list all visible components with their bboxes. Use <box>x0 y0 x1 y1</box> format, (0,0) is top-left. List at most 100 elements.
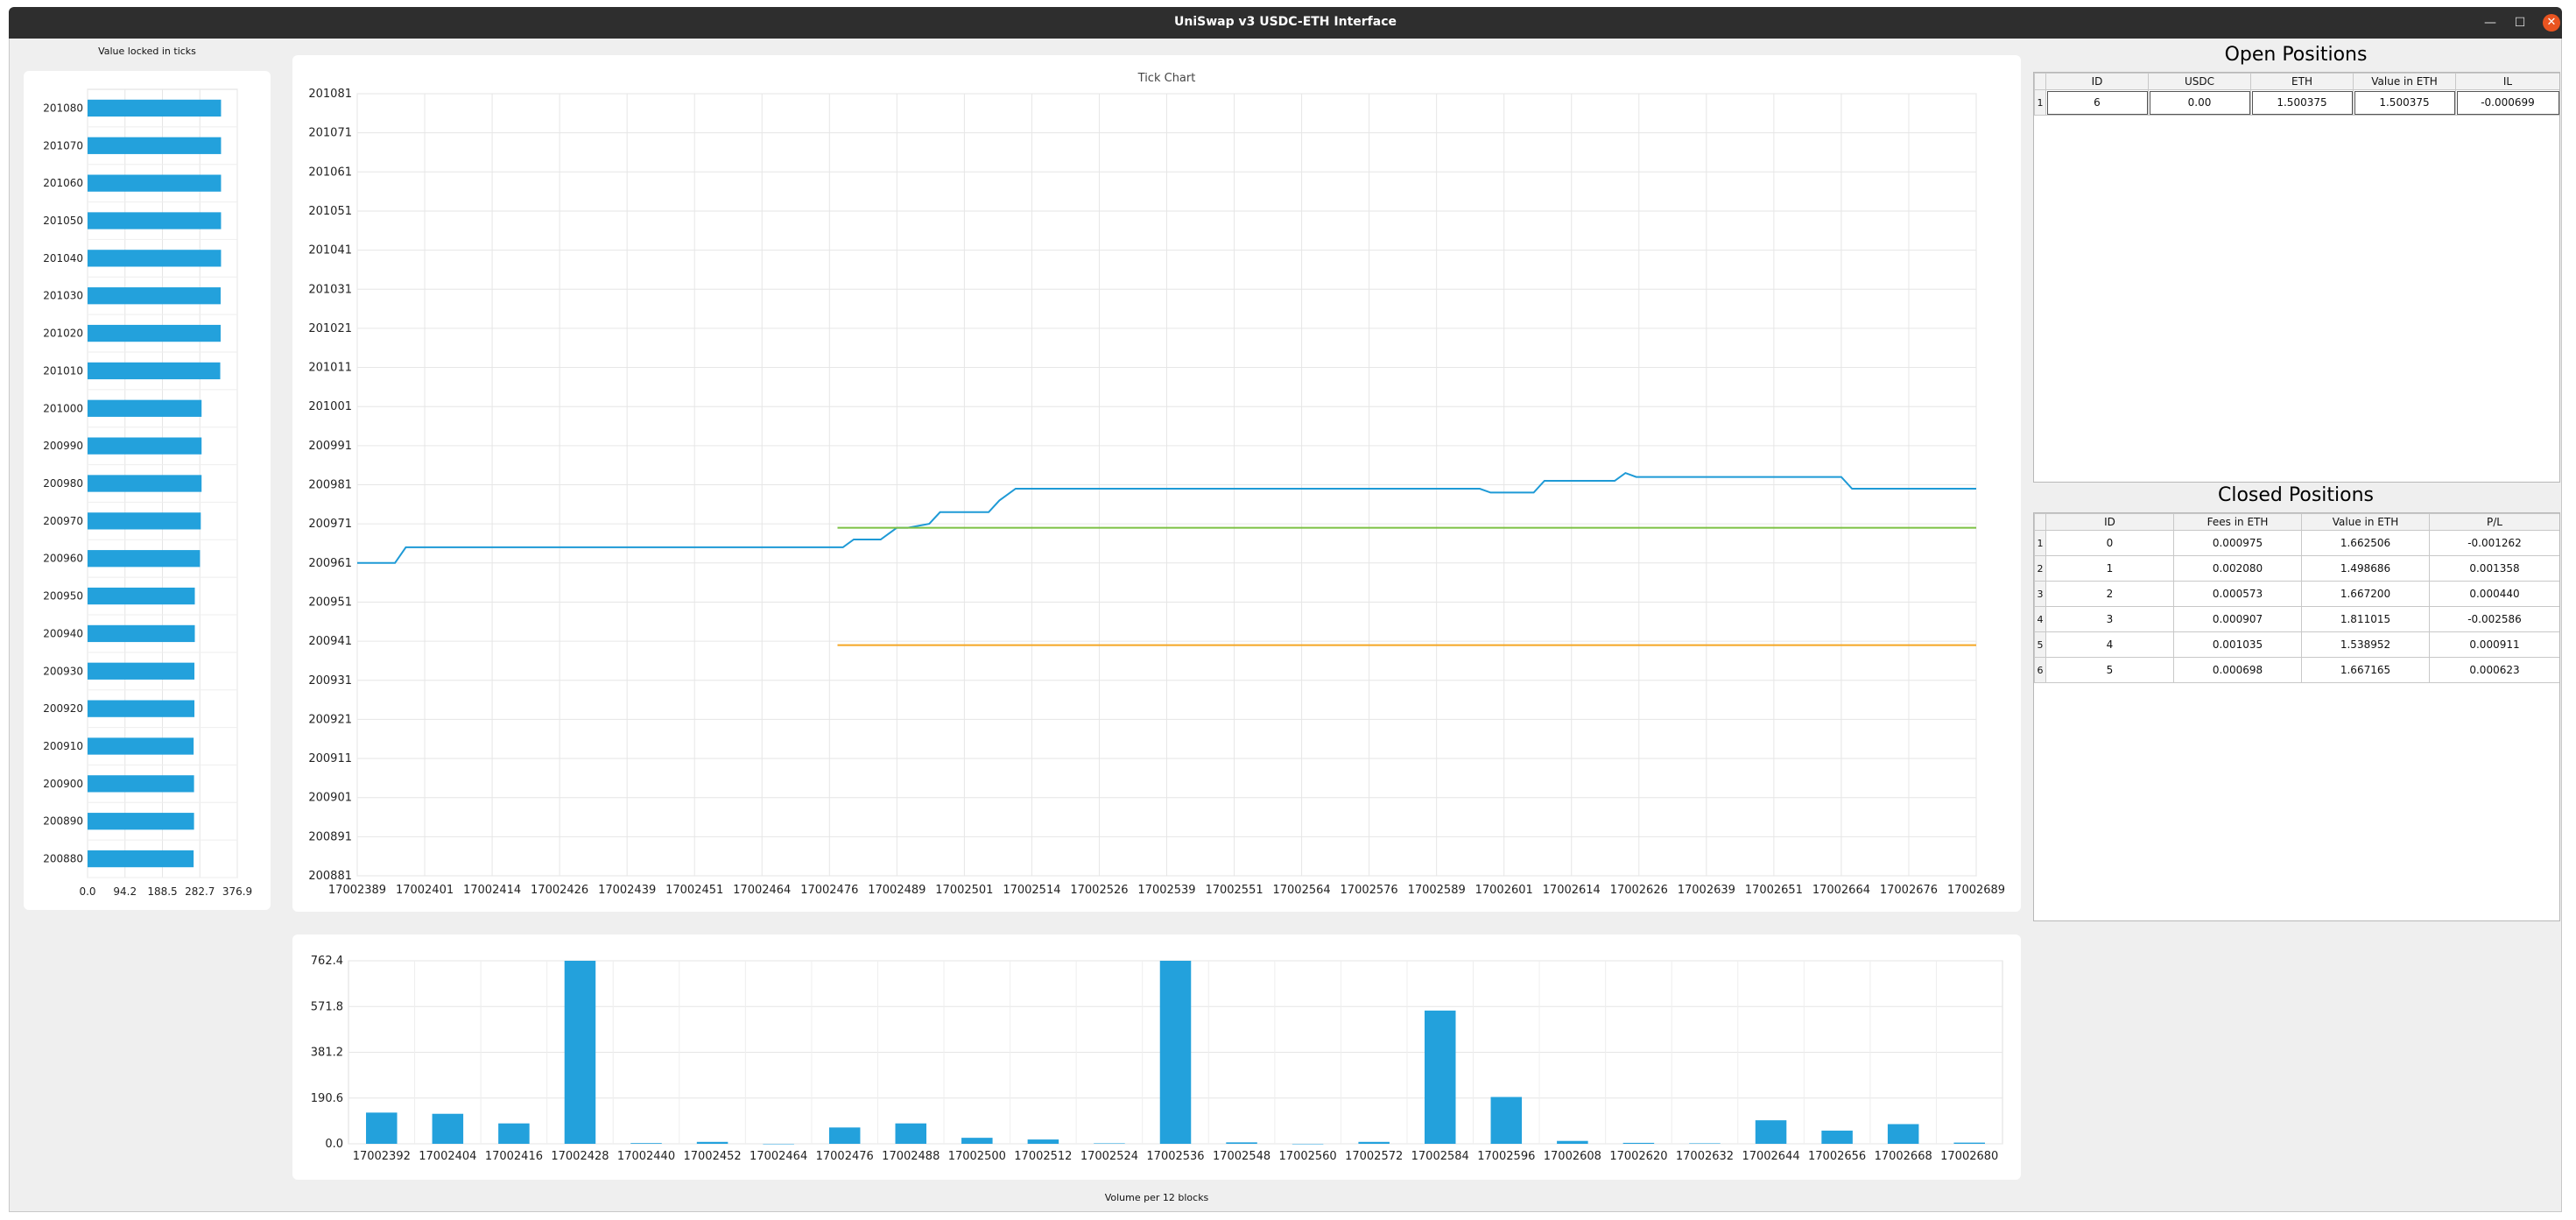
x-tick-label: 17002668 <box>1875 1150 1932 1163</box>
table-cell[interactable]: -0.000699 <box>2455 89 2559 116</box>
table-cell[interactable]: 0.001035 <box>2173 631 2302 658</box>
row-number[interactable]: 4 <box>2034 606 2046 632</box>
table-cell[interactable]: 1.662506 <box>2301 530 2430 556</box>
table-cell[interactable]: 3 <box>2045 606 2174 632</box>
column-header[interactable]: IL <box>2455 73 2559 90</box>
y-tick-label: 201001 <box>308 400 352 413</box>
table-cell[interactable]: 6 <box>2045 89 2149 116</box>
table-cell[interactable]: 0.00 <box>2148 89 2251 116</box>
column-header[interactable]: ID <box>2045 73 2149 90</box>
table-cell[interactable]: 1.498686 <box>2301 555 2430 582</box>
y-tick-label: 200901 <box>308 792 352 805</box>
x-tick-label: 17002512 <box>1014 1150 1072 1163</box>
close-button[interactable]: ✕ <box>2543 14 2560 32</box>
volume-bar-17002560 <box>1292 1144 1324 1145</box>
y-tick-label: 201081 <box>308 88 352 101</box>
table-cell[interactable]: 0.000907 <box>2173 606 2302 632</box>
y-tick-label: 762.4 <box>311 955 343 968</box>
table-cell[interactable]: 0.000698 <box>2173 657 2302 683</box>
column-header[interactable]: P/L <box>2429 513 2559 531</box>
closed-position-row[interactable]: 6 5 0.000698 1.667165 0.000623 <box>2034 657 2559 683</box>
y-tick-label: 200970 <box>43 515 83 527</box>
x-tick-label: 282.7 <box>185 885 215 898</box>
column-header[interactable]: Fees in ETH <box>2173 513 2302 531</box>
x-tick-label: 17002416 <box>485 1150 543 1163</box>
y-tick-label: 200910 <box>43 740 83 752</box>
table-cell[interactable]: 1.538952 <box>2301 631 2430 658</box>
x-tick-label: 17002401 <box>396 884 454 897</box>
volume-bar-17002548 <box>1226 1142 1257 1144</box>
column-header[interactable]: ETH <box>2250 73 2354 90</box>
table-cell[interactable]: 1.667200 <box>2301 581 2430 607</box>
table-cell[interactable]: 0 <box>2045 530 2174 556</box>
maximize-button[interactable]: ☐ <box>2511 14 2529 32</box>
table-cell[interactable]: 1.667165 <box>2301 657 2430 683</box>
y-tick-label: 201071 <box>308 127 352 140</box>
y-tick-label: 201060 <box>43 177 83 189</box>
x-tick-label: 17002651 <box>1745 884 1803 897</box>
closed-position-row[interactable]: 4 3 0.000907 1.811015 -0.002586 <box>2034 606 2559 632</box>
liquidity-panel: 0.0 94.2 188.5 282.7 376.9 200880 200890 200900… <box>24 71 271 910</box>
minimize-button[interactable]: — <box>2481 14 2499 32</box>
y-tick-label: 200880 <box>43 853 83 865</box>
table-cell[interactable]: 2 <box>2045 581 2174 607</box>
closed-position-row[interactable]: 5 4 0.001035 1.538952 0.000911 <box>2034 631 2559 658</box>
corner-header[interactable] <box>2034 513 2046 531</box>
row-number[interactable]: 6 <box>2034 657 2046 683</box>
x-tick-label: 17002560 <box>1279 1150 1337 1163</box>
x-tick-label: 17002404 <box>419 1150 476 1163</box>
table-cell[interactable]: 0.000623 <box>2429 657 2559 683</box>
volume-bar-17002488 <box>895 1123 927 1144</box>
open-position-row[interactable]: 1 6 0.00 1.500375 1.500375 -0.000699 <box>2034 89 2559 116</box>
corner-header[interactable] <box>2034 73 2046 90</box>
column-header[interactable]: ID <box>2045 513 2174 531</box>
table-cell[interactable]: 4 <box>2045 631 2174 658</box>
table-cell[interactable]: 0.001358 <box>2429 555 2559 582</box>
volume-panel: 0.0 190.6 381.2 571.8 762.4 17002392 17002404 1… <box>292 934 2021 1180</box>
table-cell[interactable]: 1.500375 <box>2353 89 2456 116</box>
y-tick-label: 201011 <box>308 362 352 375</box>
row-number[interactable]: 1 <box>2034 530 2046 556</box>
x-tick-label: 17002536 <box>1146 1150 1204 1163</box>
table-cell[interactable]: 0.002080 <box>2173 555 2302 582</box>
x-tick-label: 17002589 <box>1408 884 1466 897</box>
liquidity-bar-200980 <box>88 475 202 492</box>
column-header[interactable]: USDC <box>2148 73 2251 90</box>
row-number[interactable]: 5 <box>2034 631 2046 658</box>
row-number[interactable]: 1 <box>2034 89 2046 116</box>
table-cell[interactable]: 0.000440 <box>2429 581 2559 607</box>
x-tick-label: 17002389 <box>328 884 386 897</box>
row-number[interactable]: 2 <box>2034 555 2046 582</box>
table-cell[interactable]: 1.500375 <box>2250 89 2354 116</box>
liquidity-bar-201000 <box>88 399 202 417</box>
closed-positions-table[interactable]: ID Fees in ETH Value in ETH P/L 1 0 0.000975 1… <box>2033 512 2560 921</box>
column-header[interactable]: Value in ETH <box>2301 513 2430 531</box>
table-cell[interactable]: 0.000975 <box>2173 530 2302 556</box>
table-cell[interactable]: -0.001262 <box>2429 530 2559 556</box>
closed-position-row[interactable]: 1 0 0.000975 1.662506 -0.001262 <box>2034 530 2559 556</box>
row-number[interactable]: 3 <box>2034 581 2046 607</box>
x-tick-label: 17002664 <box>1812 884 1870 897</box>
y-tick-label: 200990 <box>43 440 83 452</box>
open-positions-table[interactable]: ID USDC ETH Value in ETH IL 1 6 0.00 1.500375 1.… <box>2033 72 2560 483</box>
closed-position-row[interactable]: 3 2 0.000573 1.667200 0.000440 <box>2034 581 2559 607</box>
window-title: UniSwap v3 USDC-ETH Interface <box>1173 15 1397 29</box>
column-header[interactable]: Value in ETH <box>2353 73 2456 90</box>
x-tick-label: 17002644 <box>1742 1150 1799 1163</box>
window-titlebar[interactable]: UniSwap v3 USDC-ETH Interface — ☐ ✕ <box>9 7 2562 39</box>
volume-bar-17002596 <box>1490 1097 1523 1144</box>
table-cell[interactable]: 0.000911 <box>2429 631 2559 658</box>
y-tick-label: 200940 <box>43 627 83 639</box>
volume-bar-17002524 <box>1094 1143 1125 1144</box>
volume-bar-17002572 <box>1358 1141 1390 1144</box>
table-cell[interactable]: 1.811015 <box>2301 606 2430 632</box>
closed-positions-title: Closed Positions <box>2217 484 2374 506</box>
liquidity-bar-201050 <box>88 212 222 229</box>
table-cell[interactable]: 1 <box>2045 555 2174 582</box>
table-cell[interactable]: -0.002586 <box>2429 606 2559 632</box>
liquidity-bar-200930 <box>88 662 195 680</box>
table-cell[interactable]: 0.000573 <box>2173 581 2302 607</box>
volume-bar-17002476 <box>828 1127 861 1144</box>
table-cell[interactable]: 5 <box>2045 657 2174 683</box>
closed-position-row[interactable]: 2 1 0.002080 1.498686 0.001358 <box>2034 555 2559 582</box>
